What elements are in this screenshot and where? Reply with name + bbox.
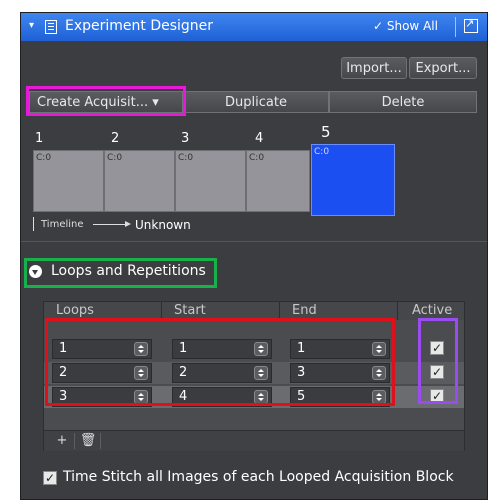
acquisition-block-1[interactable]: C:0: [33, 150, 104, 212]
acquisition-block-4[interactable]: C:0: [246, 150, 310, 212]
collapse-arrow-icon[interactable]: ▾: [29, 20, 34, 31]
block-number: 5: [321, 123, 331, 141]
spin-arrows-icon[interactable]: [134, 366, 148, 380]
end-spinbox[interactable]: 3: [290, 363, 390, 383]
create-acquisition-dropdown[interactable]: Create Acquisit... ▾: [29, 91, 183, 113]
delete-button[interactable]: Delete: [329, 91, 477, 113]
start-value: 4: [179, 389, 188, 404]
document-icon: [45, 20, 57, 34]
spin-arrows-icon[interactable]: [134, 342, 148, 356]
start-spinbox[interactable]: 1: [172, 339, 272, 359]
end-spinbox[interactable]: 5: [290, 387, 390, 407]
spin-arrows-icon[interactable]: [254, 342, 268, 356]
add-loop-button[interactable]: +: [50, 433, 75, 449]
start-value: 2: [179, 365, 188, 380]
active-checkbox[interactable]: ✓: [430, 389, 444, 403]
start-spinbox[interactable]: 2: [172, 363, 272, 383]
collapse-circle-icon[interactable]: [29, 265, 42, 278]
end-spinbox[interactable]: 1: [290, 339, 390, 359]
acquisition-block-5[interactable]: C:0: [311, 144, 395, 216]
trash-icon[interactable]: 🗑: [76, 433, 101, 449]
spin-arrows-icon[interactable]: [372, 366, 386, 380]
block-number: 3: [181, 131, 190, 146]
block-channel-label: C:0: [178, 153, 194, 163]
loops-spinbox[interactable]: 2: [52, 363, 152, 383]
table-row[interactable]: 1 1 1 ✓: [44, 338, 464, 360]
start-spinbox[interactable]: 4: [172, 387, 272, 407]
section-divider: [21, 241, 487, 242]
block-channel-label: C:0: [36, 153, 52, 163]
column-header-active[interactable]: Active: [398, 302, 464, 320]
export-button[interactable]: Export...: [409, 57, 477, 79]
loops-spinbox[interactable]: 3: [52, 387, 152, 407]
block-number: 4: [255, 131, 264, 146]
duplicate-button[interactable]: Duplicate: [183, 91, 329, 113]
block-number: 2: [111, 131, 120, 146]
table-row[interactable]: 3 4 5 ✓: [44, 386, 464, 408]
block-number: 1: [35, 131, 44, 146]
table-footer: + 🗑: [44, 430, 464, 451]
end-value: 1: [297, 341, 306, 356]
spin-arrows-icon[interactable]: [372, 390, 386, 404]
show-all-toggle[interactable]: ✓ Show All: [373, 19, 438, 33]
experiment-designer-panel: ▾ Experiment Designer ✓ Show All Import.…: [20, 12, 488, 500]
import-button[interactable]: Import...: [341, 57, 407, 79]
acquisition-block-3[interactable]: C:0: [175, 150, 246, 212]
end-value: 3: [297, 365, 306, 380]
loops-table: Loops Start End Active 1 1 1 ✓ 2 2 3 ✓ 3…: [43, 301, 465, 451]
column-header-loops[interactable]: Loops: [44, 302, 162, 320]
column-header-start[interactable]: Start: [162, 302, 280, 320]
panel-titlebar[interactable]: ▾ Experiment Designer ✓ Show All: [21, 13, 487, 41]
end-value: 5: [297, 389, 306, 404]
loops-value: 3: [59, 389, 68, 404]
time-stitch-label: Time Stitch all Images of each Looped Ac…: [63, 469, 454, 485]
spin-arrows-icon[interactable]: [254, 390, 268, 404]
loops-spinbox[interactable]: 1: [52, 339, 152, 359]
table-row[interactable]: 2 2 3 ✓: [44, 362, 464, 384]
spin-arrows-icon[interactable]: [254, 366, 268, 380]
block-channel-label: C:0: [314, 147, 330, 157]
timeline-value: Unknown: [135, 218, 191, 232]
panel-title: Experiment Designer: [65, 18, 214, 34]
timeline-marker: [33, 217, 34, 231]
popout-icon[interactable]: [464, 17, 478, 33]
timeline-label: Timeline: [41, 219, 84, 230]
loops-value: 1: [59, 341, 68, 356]
loops-section-title: Loops and Repetitions: [51, 263, 206, 279]
active-checkbox[interactable]: ✓: [430, 365, 444, 379]
block-channel-label: C:0: [107, 153, 123, 163]
start-value: 1: [179, 341, 188, 356]
column-header-end[interactable]: End: [280, 302, 398, 320]
spin-arrows-icon[interactable]: [372, 342, 386, 356]
acquisition-block-2[interactable]: C:0: [104, 150, 175, 212]
spin-arrows-icon[interactable]: [134, 390, 148, 404]
active-checkbox[interactable]: ✓: [430, 341, 444, 355]
time-stitch-checkbox[interactable]: ✓: [43, 471, 57, 485]
loops-value: 2: [59, 365, 68, 380]
block-channel-label: C:0: [249, 153, 265, 163]
arrow-right-icon: [93, 221, 131, 227]
titlebar-divider: [455, 17, 456, 37]
